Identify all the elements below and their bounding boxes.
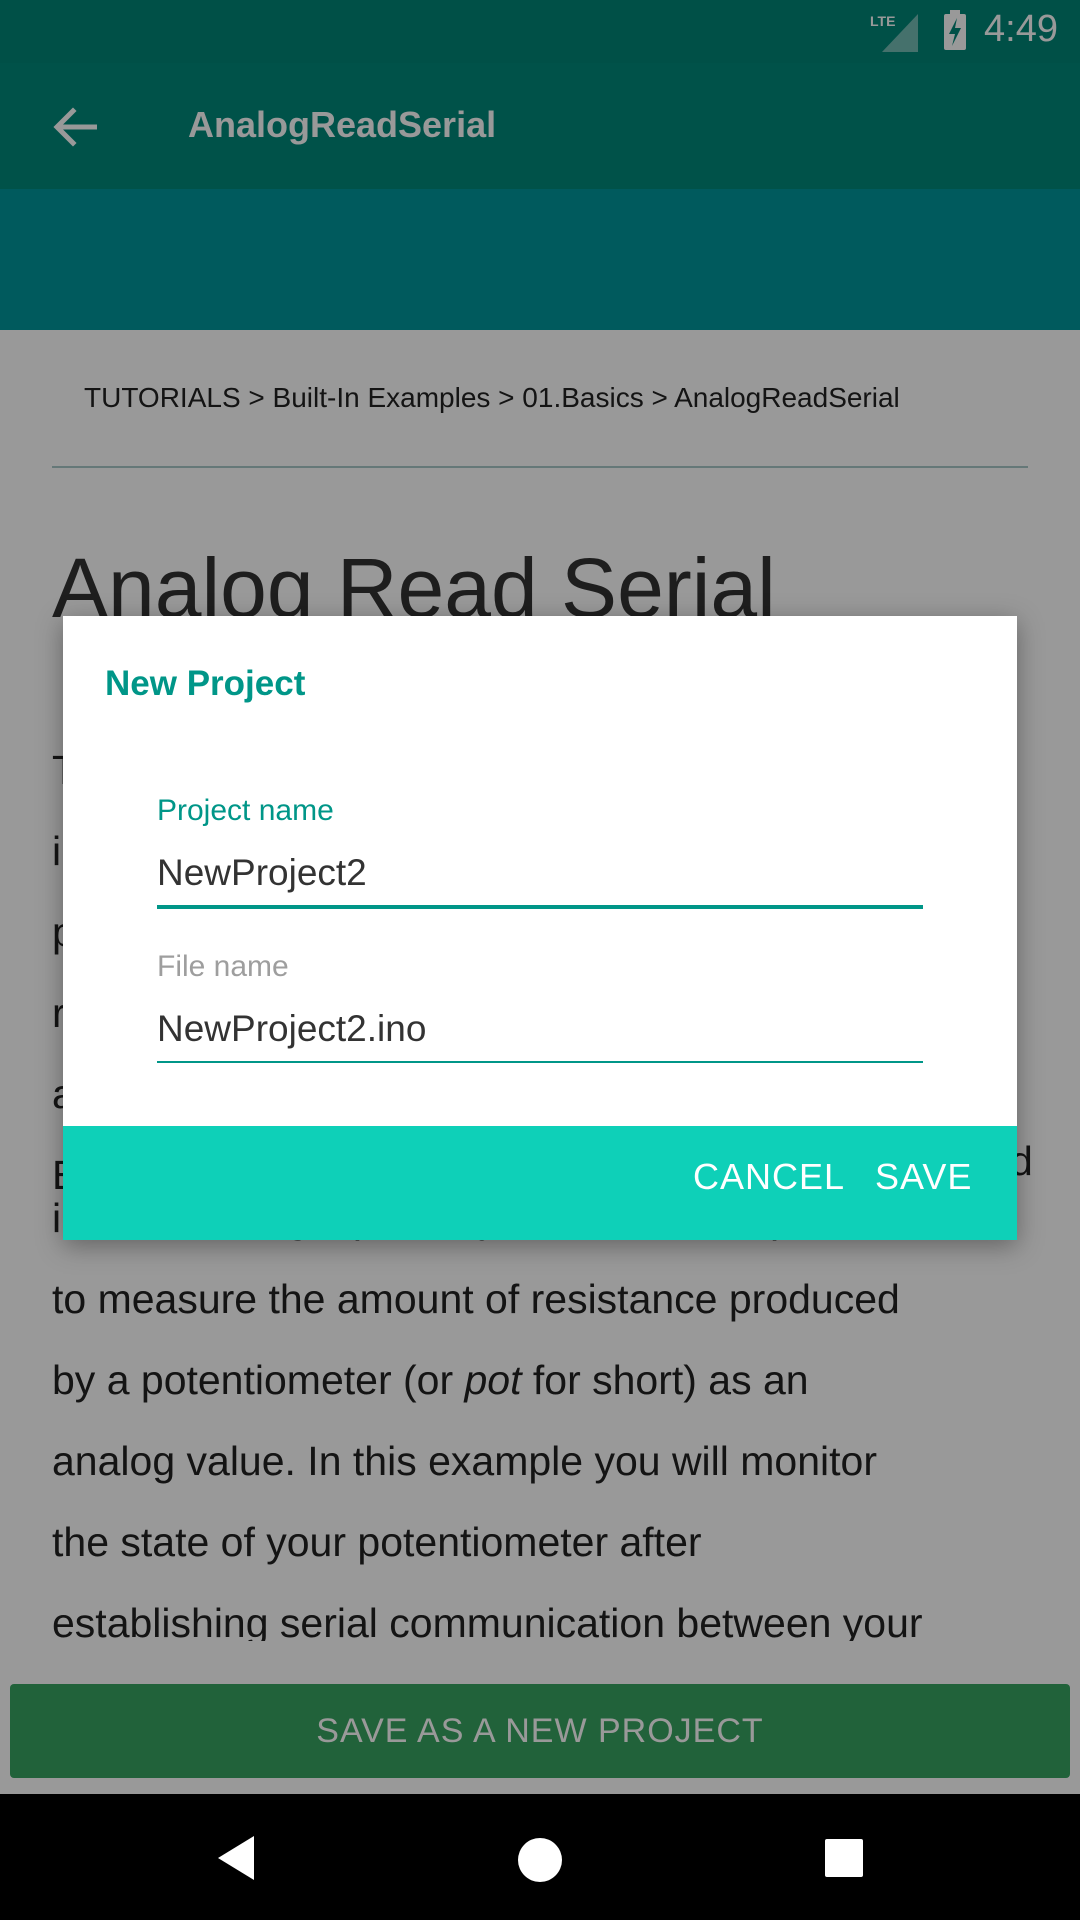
project-name-value: NewProject2 [157,852,367,893]
nav-home-icon[interactable] [512,1832,568,1888]
nav-recent-apps-icon[interactable] [822,1836,866,1880]
dialog-actions: CANCEL SAVE [63,1126,1017,1240]
new-project-dialog: New Project Project name NewProject2 Fil… [63,616,1017,1240]
project-name-label: Project name [157,794,334,827]
save-button[interactable]: SAVE [875,1156,972,1198]
file-name-label: File name [157,950,289,983]
file-name-underline [157,1061,923,1063]
cancel-button[interactable]: CANCEL [693,1156,845,1198]
nav-back-icon[interactable] [212,1832,264,1884]
dialog-title: New Project [105,664,306,703]
project-name-underline [157,905,923,909]
file-name-value: NewProject2.ino [157,1008,427,1049]
